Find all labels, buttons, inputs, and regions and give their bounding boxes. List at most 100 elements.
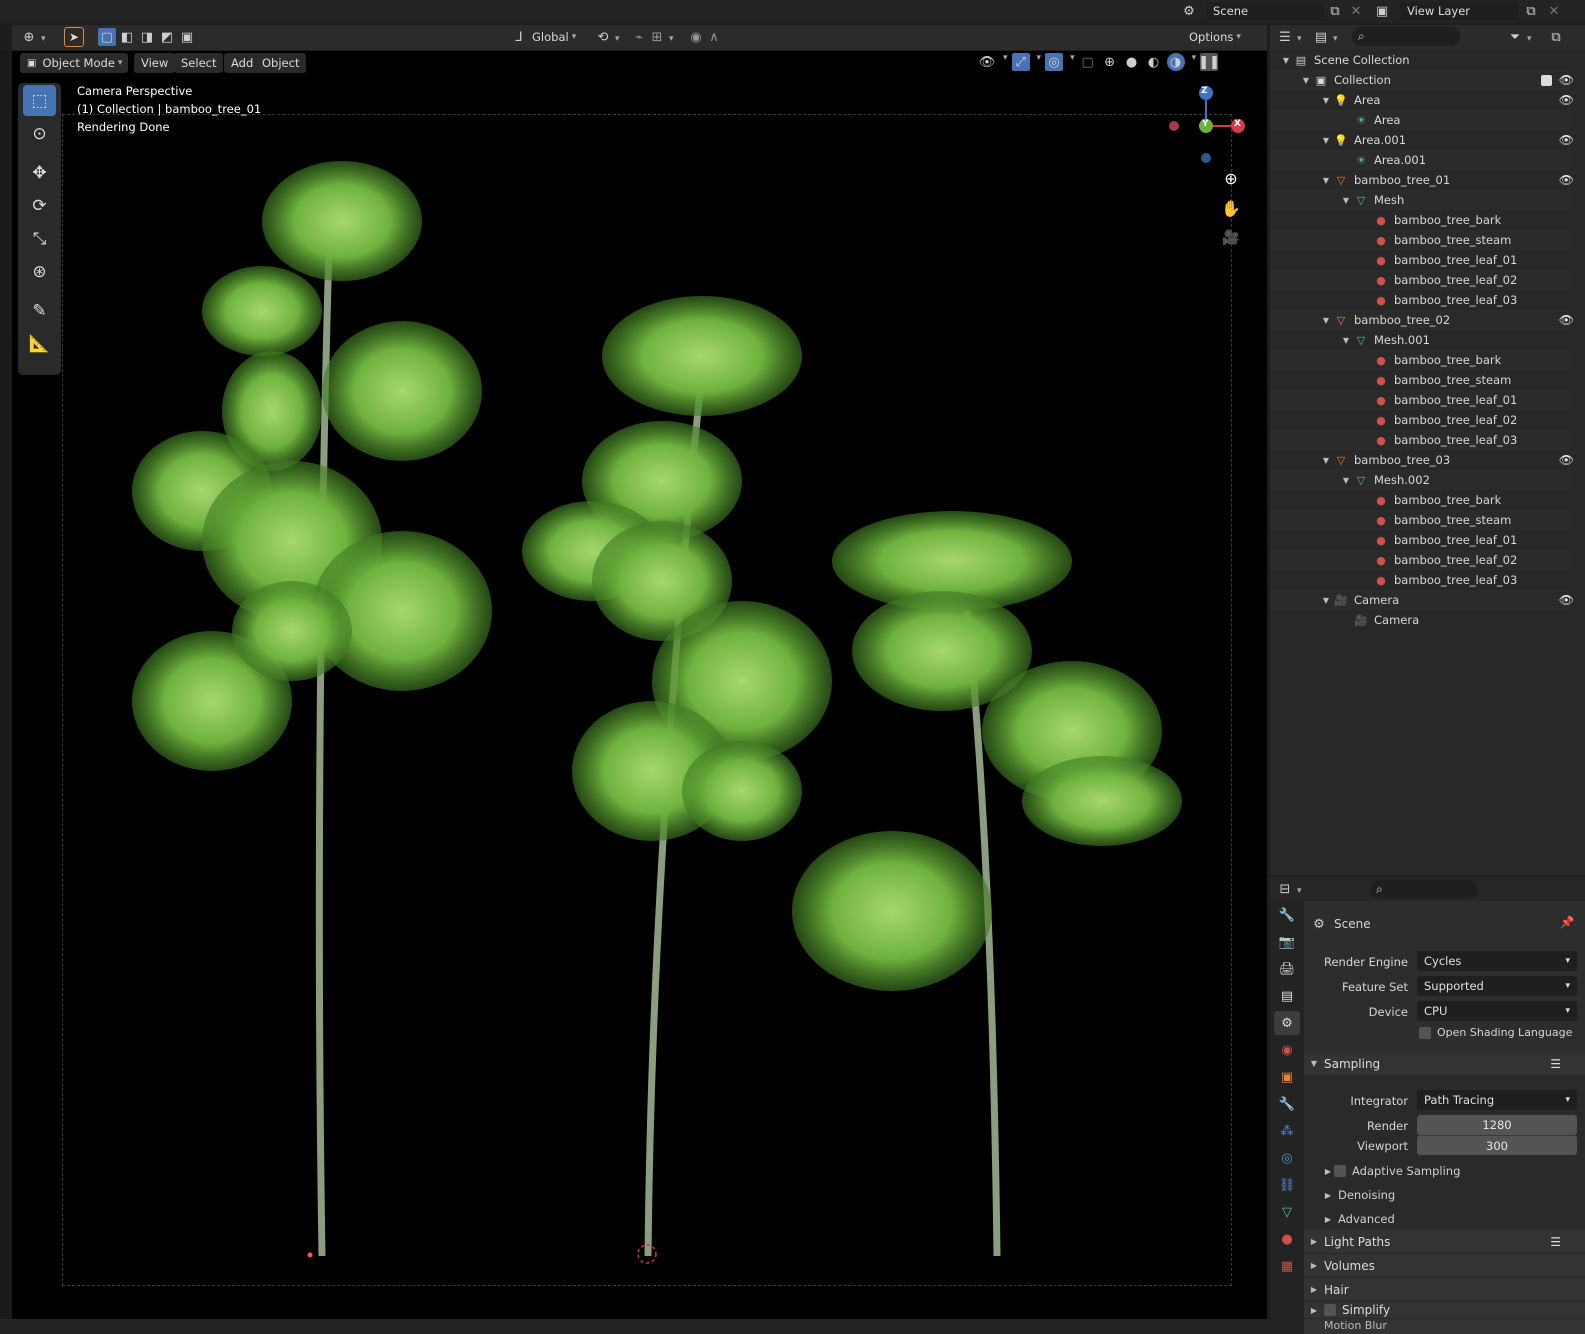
expand-arrow-icon[interactable]: ▼ — [1320, 596, 1332, 605]
scene-selector[interactable]: Scene — [1206, 2, 1324, 20]
outliner-row[interactable]: ● bamboo_tree_leaf_02 — [1270, 270, 1570, 290]
solid-shading-icon[interactable]: ● — [1123, 53, 1141, 71]
particles-tab-icon[interactable]: ⁂ — [1274, 1119, 1300, 1143]
outliner-row[interactable]: ☀ Area.001 — [1270, 150, 1570, 170]
pause-render-icon[interactable]: ❚❚ — [1198, 53, 1220, 71]
exclude-checkbox[interactable] — [1541, 74, 1552, 86]
select-invert-icon[interactable]: ◩ — [158, 28, 176, 46]
outliner-row[interactable]: ☀ Area — [1270, 110, 1570, 130]
adaptive-sampling-subpanel[interactable]: ▶ Adaptive Sampling — [1322, 1160, 1460, 1182]
view-layer-selector[interactable]: View Layer — [1400, 2, 1518, 20]
outliner-row[interactable]: ● bamboo_tree_leaf_02 — [1270, 410, 1570, 430]
outliner-row[interactable]: ▼ ▽ Mesh.002 — [1270, 470, 1570, 490]
rotate-tool-icon[interactable]: ⟳ — [23, 190, 56, 221]
texture-tab-icon[interactable]: ▦ — [1274, 1254, 1300, 1278]
select-intersect-icon[interactable]: ▣ — [178, 28, 196, 46]
outliner-row[interactable]: ● bamboo_tree_steam — [1270, 230, 1570, 250]
outliner-row[interactable]: ● bamboo_tree_bark — [1270, 210, 1570, 230]
outliner-row[interactable]: ● bamboo_tree_leaf_03 — [1270, 570, 1570, 590]
visibility-eye-icon[interactable]: 👁 — [1559, 593, 1574, 607]
mode-dropdown[interactable]: ▣ Object Mode ▾ — [20, 53, 128, 73]
view-layer-icon[interactable]: ▣ — [1373, 2, 1391, 20]
device-dropdown[interactable]: CPU ▾ — [1417, 1001, 1577, 1021]
outliner-row[interactable]: ● bamboo_tree_bark — [1270, 350, 1570, 370]
xray-icon[interactable]: ▢ — [1079, 53, 1097, 71]
visibility-eye-icon[interactable]: 👁 — [1559, 173, 1574, 187]
pivot-icon[interactable]: ⟲ ▾ — [594, 28, 620, 46]
material-tab-icon[interactable]: ● — [1274, 1227, 1300, 1251]
select-menu[interactable]: Select — [174, 53, 224, 73]
transform-tool-icon[interactable]: ⊛ — [23, 256, 56, 287]
view-layer-tab-icon[interactable]: ▤ — [1274, 984, 1300, 1008]
properties-search-input[interactable]: ⌕ — [1370, 880, 1478, 898]
expand-arrow-icon[interactable]: ▼ — [1320, 96, 1332, 105]
measure-tool-icon[interactable]: 📐 — [23, 328, 56, 359]
expand-arrow-icon[interactable]: ▼ — [1320, 136, 1332, 145]
expand-arrow-icon[interactable]: ▼ — [1320, 316, 1332, 325]
new-collection-icon[interactable]: ⧉ — [1547, 28, 1565, 46]
editor-type-icon[interactable]: ⊕ ▾ — [20, 28, 46, 46]
denoising-subpanel[interactable]: ▶ Denoising — [1322, 1184, 1395, 1206]
outliner-row[interactable]: ● bamboo_tree_leaf_01 — [1270, 530, 1570, 550]
sampling-presets-icon[interactable]: ☰ — [1550, 1057, 1561, 1071]
scene-tab-icon[interactable]: ⚙ — [1274, 1011, 1300, 1035]
outliner-row[interactable]: ▼ ▽ bamboo_tree_02 👁 — [1270, 310, 1574, 330]
snap-icon[interactable]: ⌁ ⊞ ▾ — [630, 28, 673, 46]
outliner-row[interactable]: ▼ ▽ Mesh — [1270, 190, 1570, 210]
osl-checkbox[interactable]: Open Shading Language — [1419, 1026, 1572, 1039]
sampling-panel-header[interactable]: ▼ Sampling ☰ — [1304, 1052, 1585, 1076]
light-paths-panel-header[interactable]: ▶ Light Paths ☰ — [1304, 1230, 1585, 1254]
view-menu[interactable]: View — [134, 53, 176, 73]
outliner-row[interactable]: ● bamboo_tree_leaf_01 — [1270, 390, 1570, 410]
modifier-tab-icon[interactable]: 🔧 — [1274, 1092, 1300, 1116]
material-shading-icon[interactable]: ◐ — [1145, 53, 1163, 71]
object-tab-icon[interactable]: ▣ — [1274, 1065, 1300, 1089]
transform-orientation-dropdown[interactable]: ⅃ Global ▾ — [510, 27, 576, 47]
visibility-eye-icon[interactable]: 👁 — [1559, 93, 1574, 107]
integrator-dropdown[interactable]: Path Tracing ▾ — [1417, 1090, 1577, 1110]
annotate-tool-icon[interactable]: ✎ — [23, 295, 56, 326]
render-engine-dropdown[interactable]: Cycles ▾ — [1417, 951, 1577, 971]
close-view-layer-icon[interactable]: ✕ — [1545, 2, 1563, 20]
outliner-row[interactable]: ● bamboo_tree_leaf_03 — [1270, 290, 1570, 310]
render-samples-field[interactable]: 1280 — [1417, 1115, 1577, 1135]
render-tab-icon[interactable]: 📷 — [1274, 930, 1300, 954]
physics-tab-icon[interactable]: ◎ — [1274, 1146, 1300, 1170]
constraints-tab-icon[interactable]: ⛓ — [1274, 1173, 1300, 1197]
scale-tool-icon[interactable]: ⤡ — [23, 223, 56, 254]
outliner-row[interactable]: ▼ ▽ bamboo_tree_01 👁 — [1270, 170, 1574, 190]
hair-panel-header[interactable]: ▶ Hair — [1304, 1278, 1585, 1302]
tool-tab-icon[interactable]: 🔧 — [1274, 903, 1300, 927]
select-cursor-icon[interactable]: ➤ — [64, 27, 84, 47]
adaptive-checkbox[interactable] — [1334, 1165, 1346, 1177]
expand-arrow-icon[interactable]: ▼ — [1320, 176, 1332, 185]
outliner-row[interactable]: ▼ 💡 Area.001 👁 — [1270, 130, 1574, 150]
3d-viewport[interactable]: Z Y X ⊕ ✋ 🎥 — [12, 51, 1267, 1319]
visibility-eye-icon[interactable]: 👁 — [1559, 73, 1574, 87]
outliner-row[interactable]: ● bamboo_tree_bark — [1270, 490, 1570, 510]
expand-arrow-icon[interactable]: ▼ — [1340, 196, 1352, 205]
advanced-subpanel[interactable]: ▶ Advanced — [1322, 1208, 1395, 1230]
copy-view-layer-icon[interactable]: ⧉ — [1522, 2, 1540, 20]
visibility-eye-icon[interactable]: 👁 — [1559, 133, 1574, 147]
volumes-panel-header[interactable]: ▶ Volumes — [1304, 1254, 1585, 1278]
select-extend-icon[interactable]: ◧ — [118, 28, 136, 46]
proportional-edit-icon[interactable]: ◉ ∧ — [687, 28, 723, 46]
filter-icon[interactable]: ⏷ ▾ — [1506, 28, 1532, 46]
simplify-checkbox[interactable] — [1324, 1304, 1336, 1316]
expand-arrow-icon[interactable]: ▼ — [1280, 56, 1292, 65]
outliner-row[interactable]: ● bamboo_tree_steam — [1270, 510, 1570, 530]
visibility-eye-icon[interactable]: 👁 — [1559, 313, 1574, 327]
outliner-search-input[interactable]: ⌕ — [1352, 27, 1460, 46]
options-dropdown[interactable]: Options ▾ — [1182, 27, 1248, 47]
outliner-row[interactable]: ▼ ▣ Collection 👁 — [1270, 70, 1574, 90]
gizmo-toggle-icon[interactable]: ⤢ — [1011, 53, 1030, 71]
motion-blur-panel-header[interactable]: Motion Blur — [1304, 1319, 1585, 1334]
outliner-row[interactable]: ▼ ▽ bamboo_tree_03 👁 — [1270, 450, 1574, 470]
outliner-row[interactable]: ● bamboo_tree_steam — [1270, 370, 1570, 390]
pan-hand-icon[interactable]: ✋ — [1221, 199, 1241, 218]
close-scene-icon[interactable]: ✕ — [1347, 2, 1365, 20]
display-mode-icon[interactable]: ▤ ▾ — [1312, 28, 1338, 46]
outliner-row[interactable]: ▼ ▽ Mesh.001 — [1270, 330, 1570, 350]
feature-set-dropdown[interactable]: Supported ▾ — [1417, 976, 1577, 996]
